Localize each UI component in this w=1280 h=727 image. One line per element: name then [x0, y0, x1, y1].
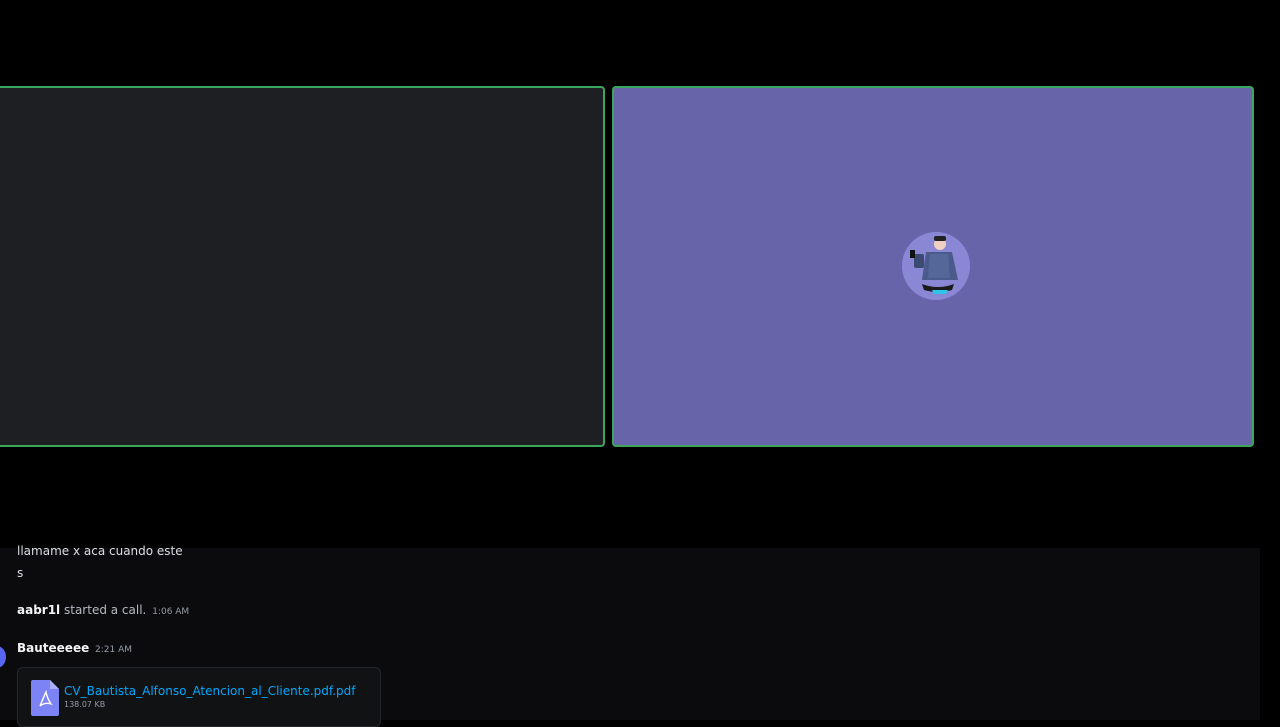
call-tile-participant-1[interactable]: [0, 86, 605, 447]
attachment-filename-link[interactable]: CV_Bautista_Alfonso_Atencion_al_Cliente.…: [64, 684, 356, 698]
system-message-timestamp: 1:06 AM: [152, 607, 190, 617]
avatar-person-icon: [902, 232, 970, 300]
file-attachment[interactable]: CV_Bautista_Alfonso_Atencion_al_Cliente.…: [17, 667, 381, 727]
participant-avatar: [902, 232, 970, 300]
attachment-filesize: 138.07 KB: [64, 700, 106, 709]
message-author[interactable]: Bauteeeee: [17, 641, 89, 655]
system-message-call-started: aabr1l started a call. 1:06 AM: [17, 602, 189, 620]
call-tile-participant-2[interactable]: [612, 86, 1254, 447]
pdf-file-icon: [31, 680, 59, 716]
message-timestamp: 2:21 AM: [95, 645, 133, 655]
system-message-text: started a call.: [64, 603, 147, 617]
system-message-username[interactable]: aabr1l: [17, 603, 60, 617]
message-text-line: llamame x aca cuando este: [17, 544, 183, 558]
message-header: Bauteeeee 2:21 AM: [17, 640, 132, 658]
message-text-line: s: [17, 566, 24, 580]
